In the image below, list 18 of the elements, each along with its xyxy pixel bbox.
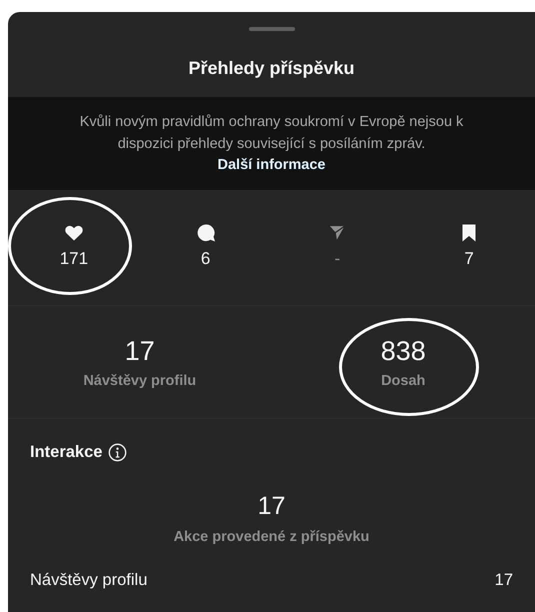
- metric-value: 7: [464, 248, 474, 268]
- metric-value: 6: [200, 248, 210, 268]
- stat-label: Akce provedené z příspěvku: [172, 529, 370, 545]
- metric-value: 171: [60, 248, 88, 268]
- info-icon[interactable]: [108, 443, 128, 462]
- stat-value: 838: [380, 336, 426, 366]
- stat-label: Návštěvy profilu: [83, 372, 196, 388]
- drag-handle[interactable]: [248, 27, 294, 31]
- notice-text: Kvůli novým pravidlům ochrany soukromí v Evropě nejsou k dispozici přehledy související s posíláním zpráv.: [78, 113, 464, 154]
- stat-label: Dosah: [381, 372, 426, 388]
- stat-value: 17: [256, 492, 286, 521]
- metric-label: Návštěvy profilu: [30, 571, 148, 590]
- stat-value: 17: [124, 336, 155, 366]
- sheet-title: Přehledy příspěvku: [188, 58, 355, 79]
- section-title: Interakce: [30, 443, 102, 462]
- metric-value: -: [334, 248, 340, 268]
- more-info-link[interactable]: Další informace: [218, 155, 326, 175]
- metric-value: 17: [494, 571, 513, 590]
